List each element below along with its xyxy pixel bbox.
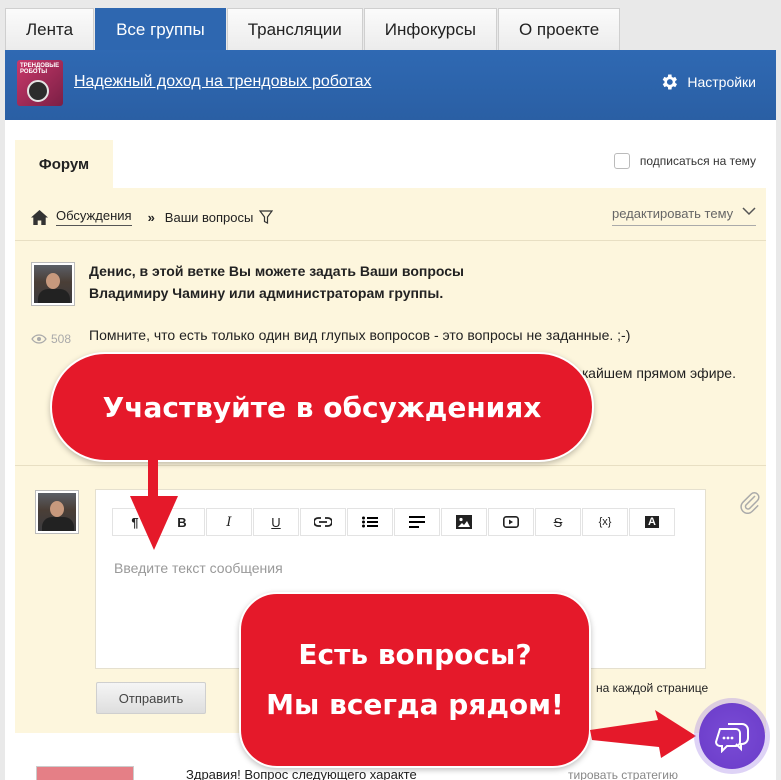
eye-icon xyxy=(31,334,47,344)
tab-forum[interactable]: Форум xyxy=(15,140,113,188)
next-post-text: Здравия! Вопрос следующего характе xyxy=(186,767,417,780)
align-icon xyxy=(409,516,425,528)
link-icon xyxy=(314,517,332,527)
subscribe-label: подписаться на тему xyxy=(639,154,756,168)
italic-button[interactable]: I xyxy=(206,508,252,536)
callout-discussions: Участвуйте в обсуждениях xyxy=(50,352,594,462)
send-button[interactable]: Отправить xyxy=(96,682,206,714)
subscribe-checkbox[interactable] xyxy=(613,153,630,169)
bullet-list-icon xyxy=(362,516,378,528)
italic-icon: I xyxy=(226,514,232,530)
callout-questions: Есть вопросы? Мы всегда рядом! xyxy=(239,592,591,768)
video-icon xyxy=(503,516,519,528)
group-logo[interactable]: ТРЕНДОВЫЕ РОБОТЫ xyxy=(17,60,63,106)
settings-button[interactable]: Настройки xyxy=(659,72,756,92)
breadcrumb-separator: » xyxy=(147,209,155,225)
strikethrough-button[interactable]: S xyxy=(535,508,581,536)
underline-icon: U xyxy=(271,514,281,530)
post-line-2: Владимиру Чамину или администраторам гру… xyxy=(89,285,444,301)
callout-questions-line2: Мы всегда рядом! xyxy=(266,688,564,721)
tab-feed[interactable]: Лента xyxy=(5,8,95,50)
chat-support-button[interactable] xyxy=(699,703,765,769)
chevron-down-icon xyxy=(742,207,756,216)
edit-topic-dropdown[interactable]: редактировать тему xyxy=(612,206,756,226)
formula-icon: {x} xyxy=(598,516,612,528)
chat-bubble-icon xyxy=(714,723,749,753)
breadcrumb: Обсуждения » Ваши вопросы xyxy=(31,208,274,226)
text-color-button[interactable]: A xyxy=(629,508,675,536)
next-post-side-text: тировать стратегию xyxy=(568,768,678,780)
breadcrumb-discussions[interactable]: Обсуждения xyxy=(56,208,132,226)
editor-toolbar: ¶ B I U S {x} A xyxy=(112,508,676,536)
link-button[interactable] xyxy=(300,508,346,536)
post-thumbnail[interactable] xyxy=(36,766,134,780)
image-icon xyxy=(456,515,472,529)
video-button[interactable] xyxy=(488,508,534,536)
breadcrumb-current: Ваши вопросы xyxy=(164,209,254,225)
arrow-right-icon xyxy=(590,710,696,758)
post-line-1: Денис, в этой ветке Вы можете задать Ваш… xyxy=(89,263,464,279)
top-nav: Лента Все группы Трансляции Инфокурсы О … xyxy=(5,8,621,50)
arrow-down-icon xyxy=(130,458,178,550)
image-button[interactable] xyxy=(441,508,487,536)
every-page-option[interactable]: на каждой странице xyxy=(596,681,708,695)
group-header: ТРЕНДОВЫЕ РОБОТЫ Надежный доход на тренд… xyxy=(5,50,776,120)
post-body: Денис, в этой ветке Вы можете задать Ваш… xyxy=(89,260,749,381)
group-logo-text: ТРЕНДОВЫЕ РОБОТЫ xyxy=(20,63,60,75)
gear-icon xyxy=(663,74,678,90)
callout-questions-line1: Есть вопросы? xyxy=(298,638,532,671)
edit-topic-label: редактировать тему xyxy=(612,206,734,221)
tab-broadcasts[interactable]: Трансляции xyxy=(226,8,363,50)
post-line-4: ижайшем прямом эфире. xyxy=(571,365,736,381)
logo-emblem xyxy=(27,80,49,102)
view-count-value: 508 xyxy=(51,332,72,346)
text-color-icon: A xyxy=(645,516,659,528)
post-line-3: Помните, что есть только один вид глупых… xyxy=(89,327,631,343)
view-count: 508 xyxy=(31,332,71,346)
filter-icon[interactable] xyxy=(259,210,274,224)
tab-infocourses[interactable]: Инфокурсы xyxy=(363,8,497,50)
subscribe-toggle[interactable]: подписаться на тему xyxy=(613,153,756,169)
bullet-list-button[interactable] xyxy=(347,508,393,536)
strikethrough-icon: S xyxy=(553,514,563,530)
settings-label: Настройки xyxy=(687,74,756,90)
divider xyxy=(15,240,766,241)
paperclip-icon[interactable] xyxy=(738,490,760,514)
group-title-link[interactable]: Надежный доход на трендовых роботах xyxy=(74,73,372,91)
formula-button[interactable]: {x} xyxy=(582,508,628,536)
callout-discussions-text: Участвуйте в обсуждениях xyxy=(102,390,542,424)
home-icon[interactable] xyxy=(31,209,48,225)
tab-all-groups[interactable]: Все группы xyxy=(95,8,226,50)
underline-button[interactable]: U xyxy=(253,508,299,536)
message-input-placeholder[interactable]: Введите текст сообщения xyxy=(114,560,283,576)
author-avatar[interactable] xyxy=(31,262,75,306)
align-button[interactable] xyxy=(394,508,440,536)
my-avatar xyxy=(35,490,79,534)
tab-about[interactable]: О проекте xyxy=(497,8,621,50)
